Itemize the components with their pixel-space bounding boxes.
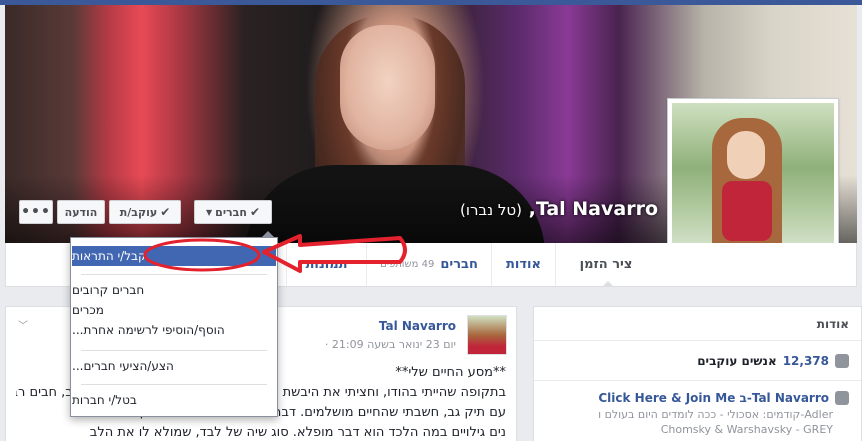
name-comma: , [521,198,536,220]
more-button[interactable]: ••• [19,200,53,224]
profile-name-heading: Tal Navarro, (טל נברו) [460,198,658,220]
facebook-profile-page: Tal Navarro, (טל נברו) ••• הודעה ✔ עוקב/ת… [0,0,862,441]
post-options-chevron-icon[interactable]: ﹀ [18,317,28,332]
profile-face [727,131,765,179]
friends-dropdown-menu: קבל/י התראות חברים קרובים מכרים הוסף/הוס… [70,231,278,417]
briefcase-icon [835,391,849,405]
work-previous: קודמים: אסכולי - ככה לומדים היום בעולם ו… [534,405,861,437]
profile-picture-image [672,103,834,265]
followers-row[interactable]: אנשים עוקבים 12,378 [534,341,861,381]
cover-face [340,25,435,150]
profile-name[interactable]: Tal Navarro [536,198,658,220]
menu-item-close-friends[interactable]: חברים קרובים [72,280,276,300]
tab-friends[interactable]: חברים 49 משותפים [366,243,491,286]
more-dots-icon: ••• [21,204,51,220]
tab-timeline[interactable]: ציר הזמן [555,243,656,287]
mutual-friends-count: 49 משותפים [380,259,435,270]
post-timestamp[interactable]: יום 23 ינואר בשעה 21:09 · [325,338,456,351]
post-line: נים גילויים במה הלכד הוא דבר מופלא. סוג … [89,425,506,440]
following-button[interactable]: ✔ עוקב/ת [109,200,181,224]
tab-friends-label: חברים [440,257,478,272]
friends-button[interactable]: ✔ חברים ▼ [194,200,272,224]
following-label: עוקב/ת [119,205,158,219]
message-label: הודעה [64,205,98,219]
followers-number: 12,378 [782,353,829,368]
post-author-avatar[interactable] [467,315,507,355]
about-title: אודות [534,307,861,341]
tab-photos[interactable]: תמונות [286,243,366,286]
profile-alt-name: (טל נברו) [460,201,522,219]
message-button[interactable]: הודעה [57,200,105,224]
followers-label: אנשים עוקבים [697,353,777,368]
menu-item-suggest-friends[interactable]: הצע/הציעי חברים... [72,356,276,376]
rss-icon [835,353,849,368]
menu-separator [81,384,267,385]
about-box: אודות אנשים עוקבים 12,378 Click Here & J… [533,306,862,441]
work-previous-line1: קודמים: אסכולי - ככה לומדים היום בעולם ו… [598,408,833,421]
work-line: Click Here & Join Me ב-Tal Navarro [598,391,829,405]
post-author-name[interactable]: Tal Navarro [379,319,456,333]
profile-scarf [722,181,772,241]
menu-item-acquaintances[interactable]: מכרים [72,300,276,320]
chevron-down-icon: ▼ [206,207,213,217]
menu-item-get-notifications[interactable]: קבל/י התראות [72,246,276,266]
menu-separator [81,274,267,275]
work-row[interactable]: Click Here & Join Me ב-Tal Navarro [534,381,861,405]
work-previous-line2: Chomsky & Warshavsky - GREY [660,423,833,436]
menu-item-add-to-list[interactable]: הוסף/הוסיפי לרשימה אחרת... [72,320,276,340]
check-icon: ✔ [160,205,171,219]
check-icon: ✔ [249,205,261,219]
menu-item-unfriend[interactable]: בטל/י חברות [72,390,276,410]
menu-separator [81,350,267,351]
friends-label: חברים [215,205,247,219]
tab-about[interactable]: אודות [491,243,555,286]
